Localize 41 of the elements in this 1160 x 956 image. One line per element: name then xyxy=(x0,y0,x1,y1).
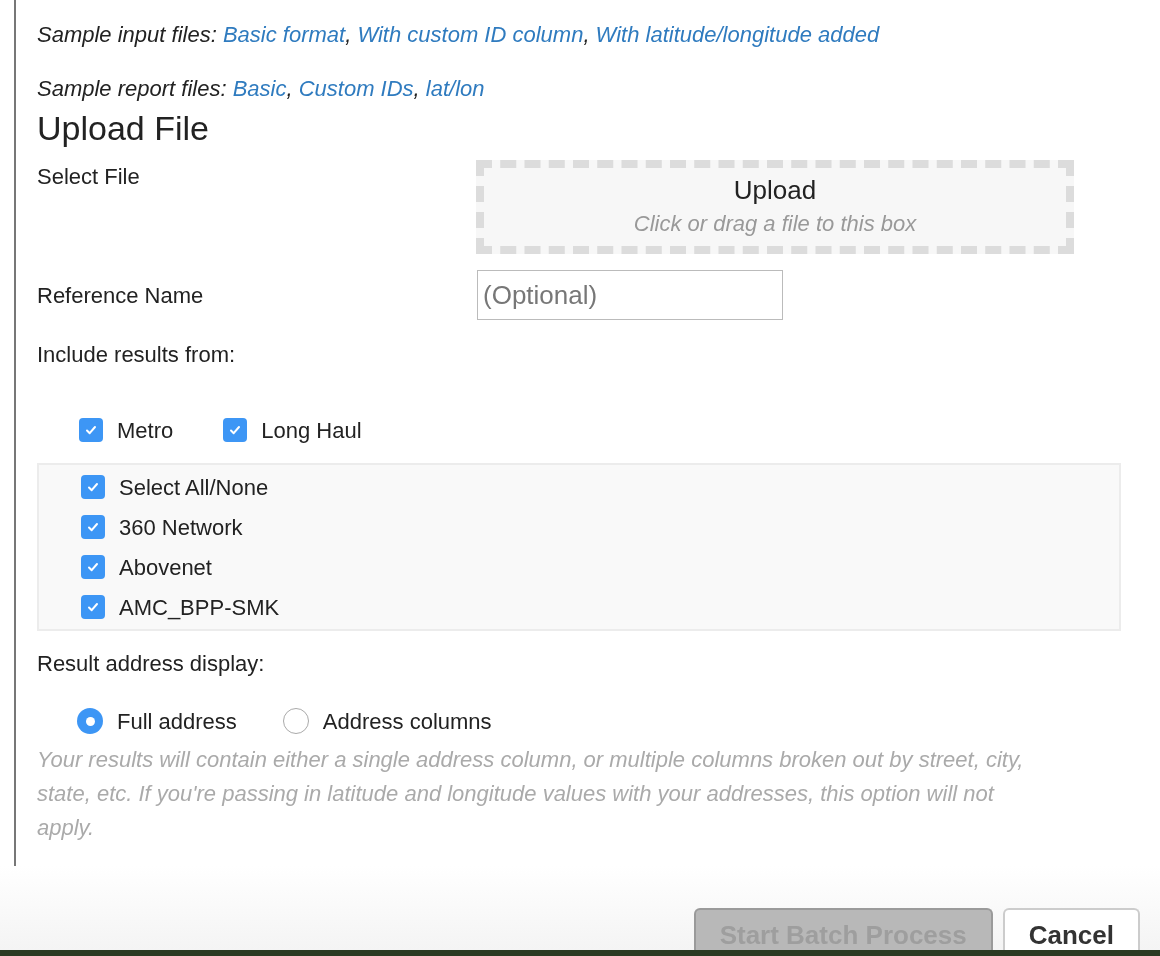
address-radio-option[interactable]: Full address xyxy=(77,704,237,738)
result-type-checkbox-row[interactable]: Long Haul xyxy=(223,410,362,450)
cancel-button[interactable]: Cancel xyxy=(1002,908,1140,950)
sample-files-line: Sample input files: Basic format, With custom ID column, With latitude/longitude added xyxy=(37,21,881,49)
radio-button[interactable] xyxy=(77,708,103,734)
checkbox[interactable] xyxy=(81,515,105,539)
result-type-checkbox-row[interactable]: Metro xyxy=(79,410,174,450)
radio-button[interactable] xyxy=(282,708,309,734)
upload-dropzone[interactable]: Upload Click or drag a file to this box xyxy=(476,160,1074,254)
provider-checkbox-row[interactable]: Select All/None xyxy=(81,467,1119,507)
reference-name-input[interactable]: (Optional) xyxy=(477,270,783,320)
sample-files-line: Sample report files: Basic, Custom IDs, lat/lon xyxy=(37,75,486,103)
checkmark-icon xyxy=(228,423,243,437)
field-label: Select File xyxy=(37,163,141,191)
checkmark-icon xyxy=(86,480,100,494)
checkbox[interactable] xyxy=(79,418,103,442)
upload-hint: Click or drag a file to this box xyxy=(633,210,917,238)
checkbox[interactable] xyxy=(81,475,105,499)
provider-checkbox-row[interactable]: Abovenet xyxy=(81,547,1119,587)
sample-file-link[interactable]: With custom ID column xyxy=(357,22,584,47)
sample-file-link[interactable]: lat/lon xyxy=(425,76,485,101)
section-heading: Upload File xyxy=(37,108,210,148)
provider-checkbox-row[interactable]: AMC_BPP-SMK xyxy=(81,587,1119,627)
field-label: Include results from: xyxy=(37,341,237,369)
checkmark-icon xyxy=(86,600,100,614)
sample-file-link[interactable]: With latitude/longitude added xyxy=(595,22,880,47)
field-label: Result address display: xyxy=(37,650,266,678)
provider-checkbox-row[interactable]: 360 Network xyxy=(81,507,1119,547)
checkmark-icon xyxy=(84,423,98,437)
address-radio-option[interactable]: Address columns xyxy=(282,704,492,738)
help-text: Your results will contain either a single address column, or multiple columns broken out by street, city, state, etc. If you're passing in latitude and longitude values with your addresses, this option will not apply. xyxy=(37,746,1025,842)
sample-file-link[interactable]: Basic format xyxy=(222,22,346,47)
checkbox[interactable] xyxy=(81,595,105,619)
upload-title: Upload xyxy=(733,174,817,207)
checkmark-icon xyxy=(86,560,100,574)
sample-file-link[interactable]: Custom IDs xyxy=(298,76,414,101)
field-label: Reference Name xyxy=(37,281,205,310)
checkmark-icon xyxy=(86,520,100,534)
sample-file-link[interactable]: Basic xyxy=(232,76,287,101)
checkbox[interactable] xyxy=(81,555,105,579)
checkbox[interactable] xyxy=(223,418,248,442)
